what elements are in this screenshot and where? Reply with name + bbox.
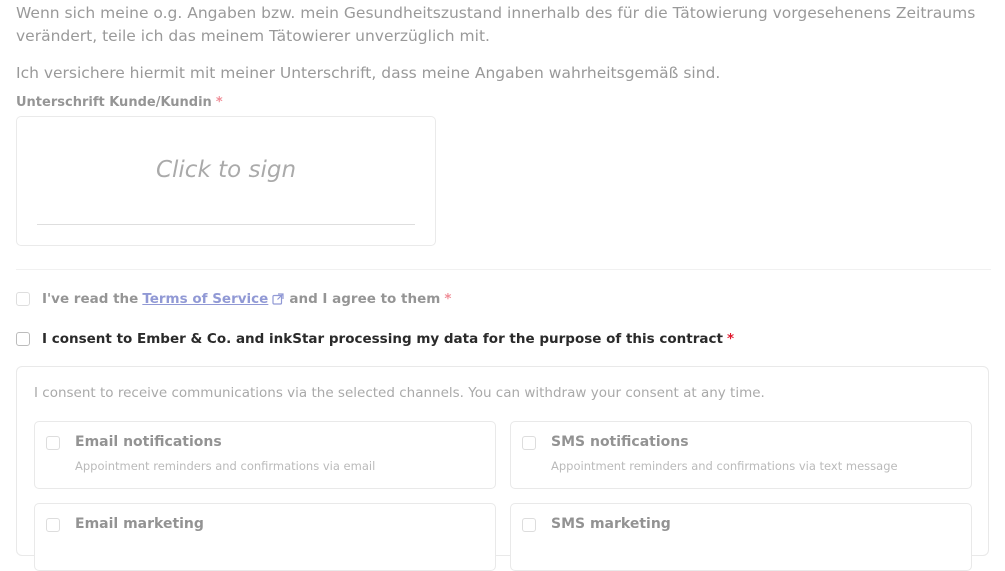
signature-label-text: Unterschrift Kunde/Kundin xyxy=(16,95,212,110)
change-notice-paragraph: Wenn sich meine o.g. Angaben bzw. mein G… xyxy=(16,4,976,45)
channel-description: Appointment reminders and confirmations … xyxy=(551,459,898,473)
channel-checkbox[interactable] xyxy=(46,518,60,532)
assurance-paragraph: Ich versichere hiermit mit meiner Unters… xyxy=(16,64,721,82)
terms-checkbox[interactable] xyxy=(16,292,30,306)
data-processing-consent-row: I consent to Ember & Co. and inkStar pro… xyxy=(16,331,734,347)
signature-label: Unterschrift Kunde/Kundin * xyxy=(16,95,223,110)
signature-pad[interactable]: Click to sign xyxy=(16,116,436,246)
terms-of-service-link[interactable]: Terms of Service xyxy=(142,291,268,307)
external-link-icon[interactable] xyxy=(272,293,284,305)
channel-title: Email notifications xyxy=(75,434,222,450)
required-asterisk: * xyxy=(444,291,452,307)
channel-option-card[interactable]: Email notifications Appointment reminder… xyxy=(34,421,496,489)
channel-title: Email marketing xyxy=(75,516,204,532)
signature-line xyxy=(37,224,415,225)
channel-title: SMS marketing xyxy=(551,516,671,532)
required-asterisk: * xyxy=(726,331,735,347)
channel-title: SMS notifications xyxy=(551,434,689,450)
data-processing-label: I consent to Ember & Co. and inkStar pro… xyxy=(42,331,723,347)
terms-prefix: I've read the xyxy=(42,291,139,307)
channel-option-card[interactable]: SMS notifications Appointment reminders … xyxy=(510,421,972,489)
channel-option-card[interactable]: SMS marketing xyxy=(510,503,972,571)
channel-checkbox[interactable] xyxy=(46,436,60,450)
terms-row: I've read the Terms of Service and I agr… xyxy=(16,291,451,307)
section-divider xyxy=(16,269,991,270)
channel-option-card[interactable]: Email marketing xyxy=(34,503,496,571)
data-processing-checkbox[interactable] xyxy=(16,332,30,346)
communication-channels-panel: I consent to receive communications via … xyxy=(16,366,989,571)
required-asterisk: * xyxy=(215,95,223,110)
channels-intro: I consent to receive communications via … xyxy=(34,385,765,401)
signature-placeholder: Click to sign xyxy=(155,157,297,183)
channel-description: Appointment reminders and confirmations … xyxy=(75,459,376,473)
channel-checkbox[interactable] xyxy=(522,436,536,450)
channel-checkbox[interactable] xyxy=(522,518,536,532)
terms-suffix: and I agree to them xyxy=(289,291,441,307)
